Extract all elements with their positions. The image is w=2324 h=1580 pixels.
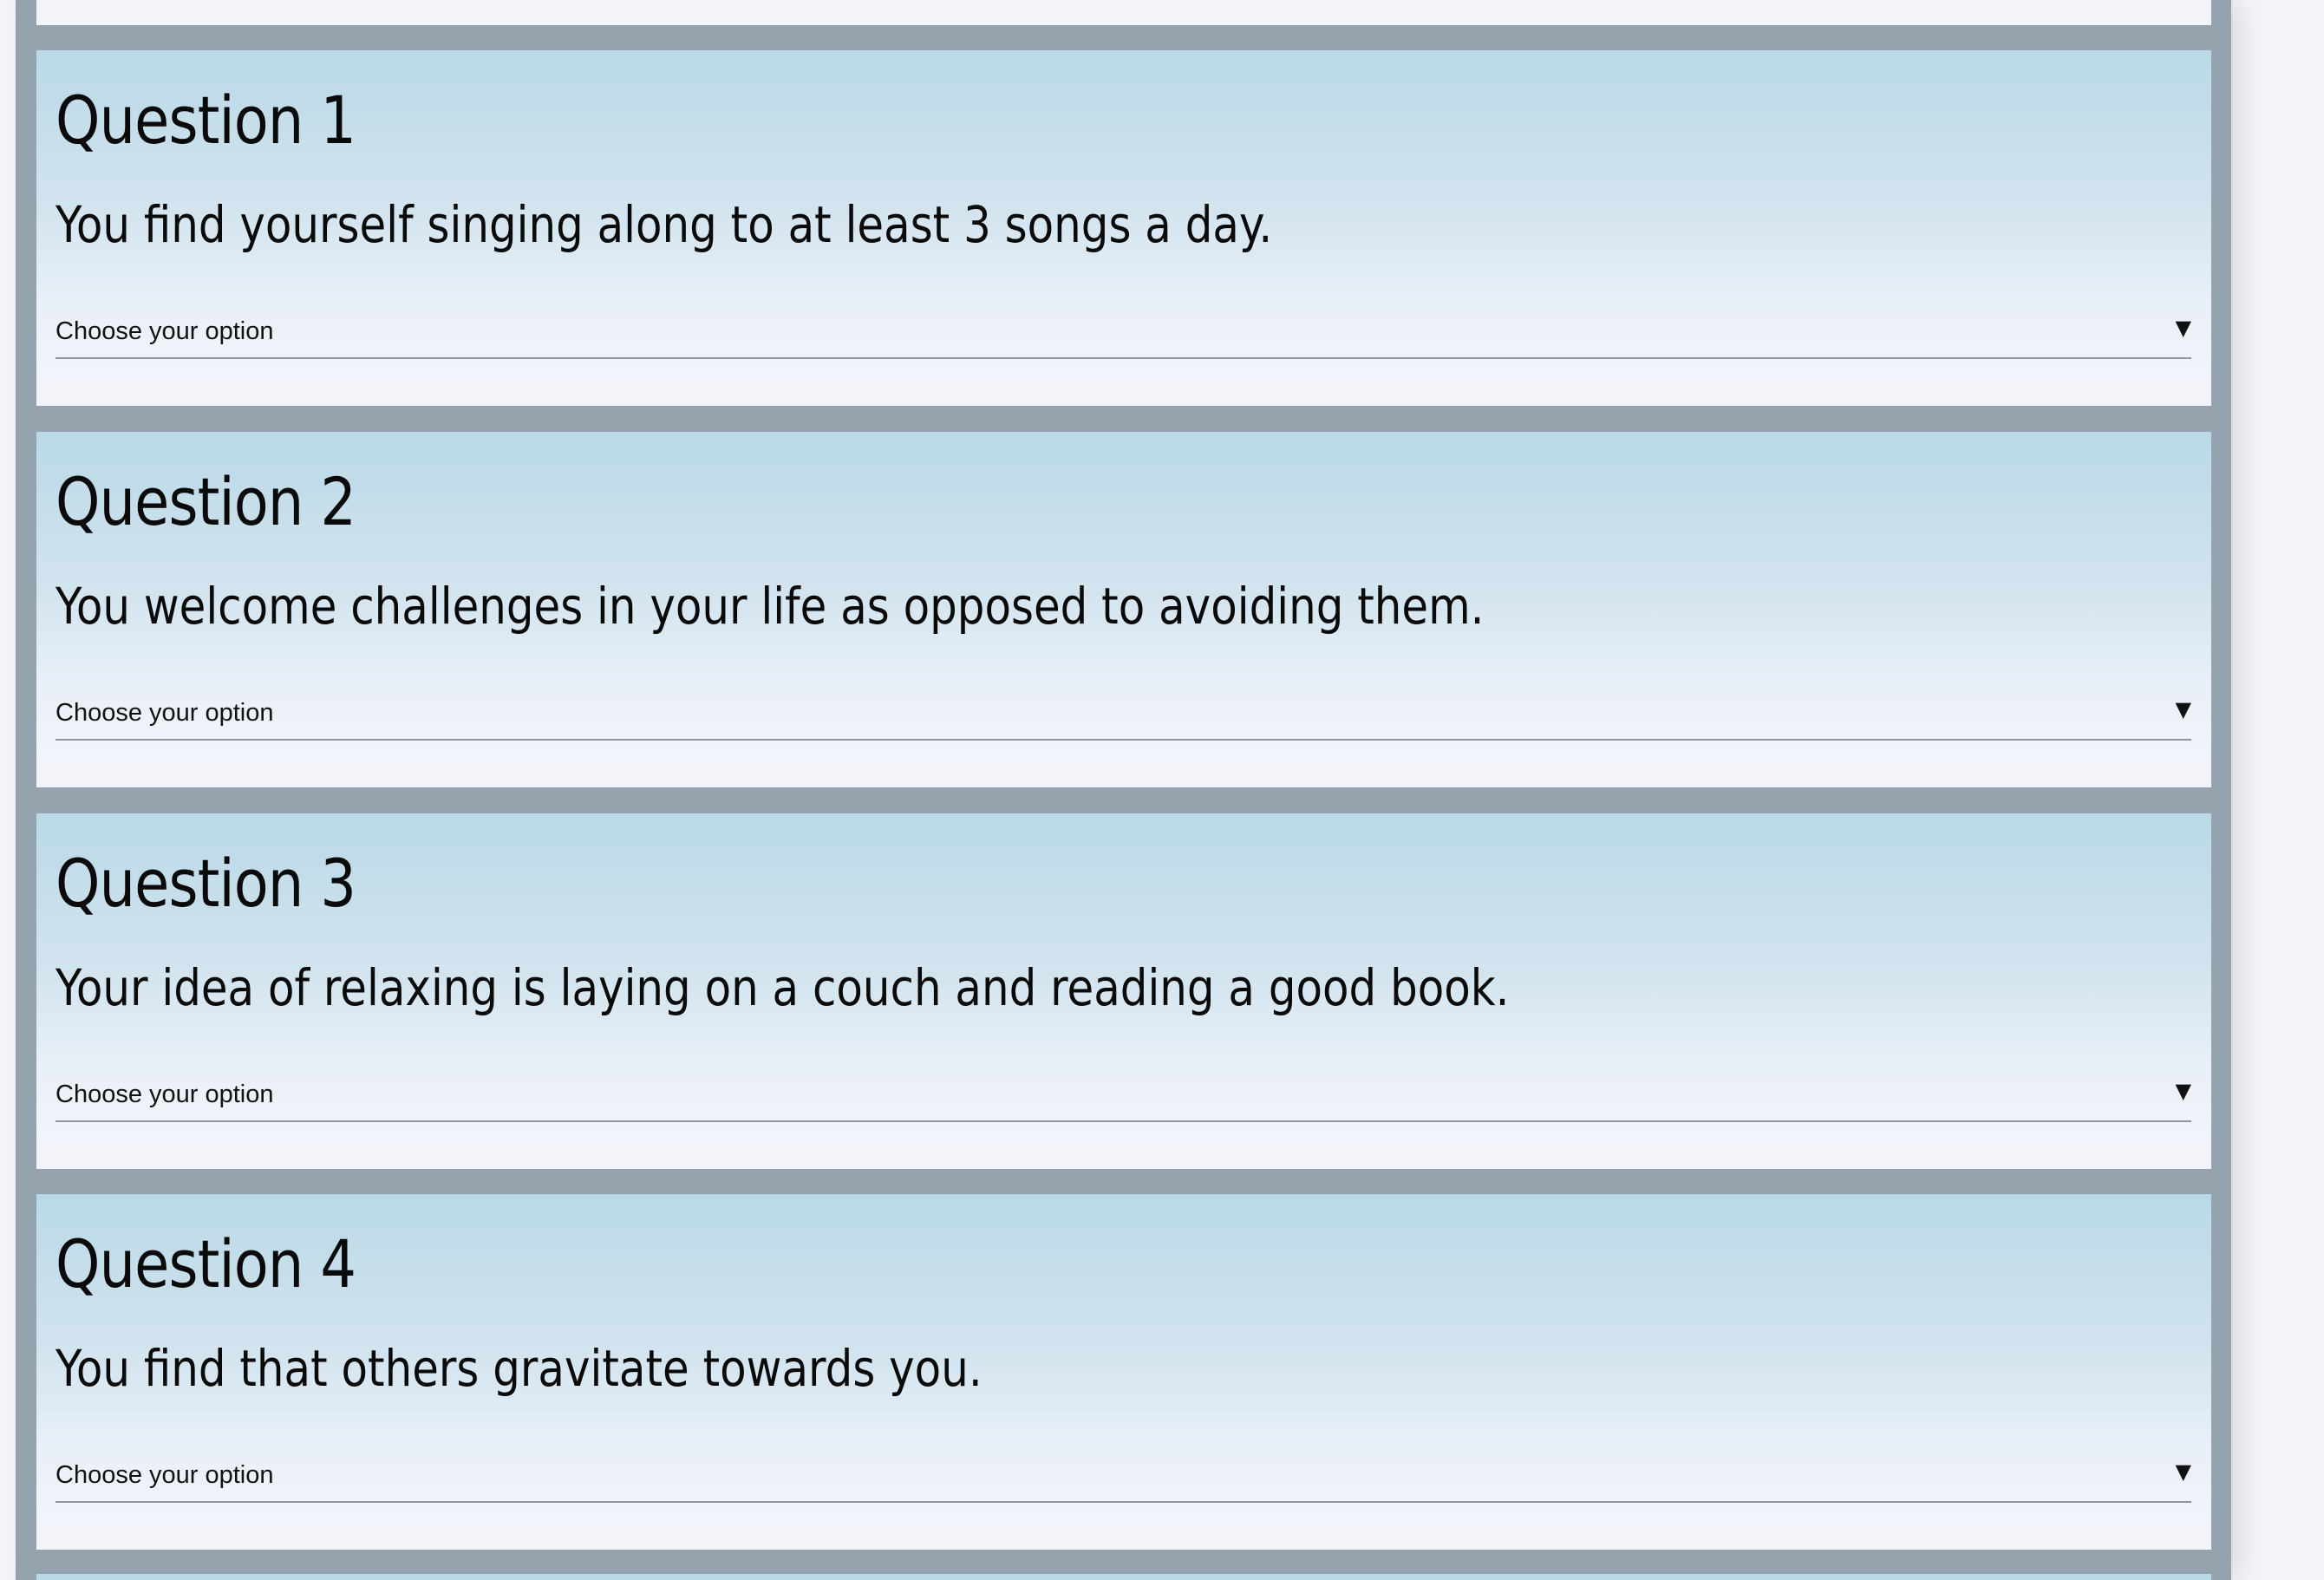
question-card-1: Question 1 You find yourself singing alo…: [36, 50, 2211, 406]
dropdown-arrow-icon: ▼: [2175, 316, 2191, 340]
dropdown-arrow-icon: ▼: [2175, 1079, 2191, 1103]
next-card-partial: [36, 1574, 2211, 1580]
select-placeholder: Choose your option: [55, 317, 274, 345]
question-title: Question 3: [55, 845, 356, 922]
question-title: Question 4: [55, 1225, 356, 1303]
question-text: You welcome challenges in your life as o…: [55, 577, 1485, 636]
question-title: Question 2: [55, 463, 356, 540]
page: Question 1 You find yourself singing alo…: [0, 0, 2324, 1580]
question-text: Your idea of relaxing is laying on a cou…: [55, 958, 1510, 1017]
select-placeholder: Choose your option: [55, 1461, 274, 1489]
question-title: Question 1: [55, 82, 356, 159]
previous-card-partial: [36, 0, 2211, 25]
select-placeholder: Choose your option: [55, 1081, 274, 1108]
answer-select[interactable]: Choose your option ▼: [55, 1074, 2191, 1122]
question-text: You find that others gravitate towards y…: [55, 1339, 982, 1398]
question-text: You find yourself singing along to at le…: [55, 195, 1273, 254]
answer-select[interactable]: Choose your option ▼: [55, 692, 2191, 741]
select-placeholder: Choose your option: [55, 699, 274, 727]
dropdown-arrow-icon: ▼: [2175, 697, 2191, 721]
answer-select[interactable]: Choose your option ▼: [55, 1454, 2191, 1503]
answer-select[interactable]: Choose your option ▼: [55, 310, 2191, 359]
question-card-3: Question 3 Your idea of relaxing is layi…: [36, 813, 2211, 1169]
dropdown-arrow-icon: ▼: [2175, 1459, 2191, 1484]
question-card-2: Question 2 You welcome challenges in you…: [36, 432, 2211, 787]
question-card-4: Question 4 You find that others gravitat…: [36, 1194, 2211, 1550]
